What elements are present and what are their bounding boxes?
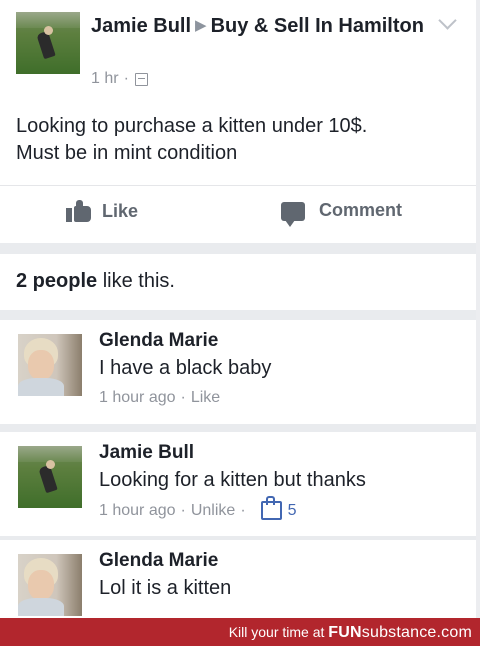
author-avatar[interactable] [16, 12, 80, 74]
avatar-face [28, 570, 54, 600]
like-count[interactable]: 5 [288, 502, 297, 520]
avatar-figure [38, 464, 58, 494]
watermark-brand: FUNsubstance.com [328, 624, 472, 641]
comment-button[interactable]: Comment [281, 200, 403, 227]
page-edge [476, 0, 480, 618]
like-thumb-icon [66, 200, 92, 222]
comment-bubble-icon [281, 202, 305, 227]
brand-tld: .com [436, 624, 472, 641]
meta-separator: · [180, 389, 186, 406]
avatar-figure-head [44, 26, 53, 35]
watermark-banner: Kill your time at FUNsubstance.com [0, 618, 480, 646]
post-card: Jamie Bull ▶ Buy & Sell In Hamilton 1 hr ·… [0, 0, 476, 243]
avatar-shirt [18, 378, 64, 396]
meta-separator: · [123, 70, 129, 87]
comment-label: Comment [319, 200, 403, 220]
comment-text: Lol it is a kitten [99, 577, 232, 599]
commenter-name[interactable]: Glenda Marie [99, 550, 218, 572]
divider [0, 185, 476, 186]
avatar-face [28, 350, 54, 380]
commenter-name[interactable]: Jamie Bull [99, 442, 194, 464]
comment-meta: 1 hour ago · Like [99, 389, 220, 407]
comment-text: I have a black baby [99, 357, 272, 379]
brand-sub: substance [361, 624, 437, 641]
comment-item: Jamie Bull Looking for a kitten but than… [0, 432, 476, 536]
avatar-shirt [18, 598, 64, 616]
comment-meta: 1 hour ago · Unlike · 5 [99, 496, 297, 520]
post-time[interactable]: 1 hr [91, 70, 119, 88]
commenter-avatar[interactable] [18, 446, 82, 508]
avatar-figure [36, 30, 56, 60]
post-text-line-2: Must be in mint condition [16, 142, 238, 164]
comment-item: Glenda Marie Lol it is a kitten [0, 540, 476, 618]
post-meta: 1 hr · [91, 70, 148, 88]
likes-count-link[interactable]: 2 people [16, 270, 97, 292]
watermark-tagline: Kill your time at [228, 624, 325, 640]
avatar-figure-head [46, 460, 55, 469]
comment-time[interactable]: 1 hour ago [99, 502, 176, 520]
like-label: Like [102, 200, 139, 221]
commenter-avatar[interactable] [18, 554, 82, 616]
likes-summary: 2 people like this. [0, 254, 476, 310]
author-name[interactable]: Jamie Bull [91, 15, 191, 37]
watermark-text: Kill your time at FUNsubstance.com [229, 624, 472, 642]
commenter-avatar[interactable] [18, 334, 82, 396]
like-count-icon[interactable] [260, 496, 282, 520]
comment-time[interactable]: 1 hour ago [99, 389, 176, 407]
audience-icon[interactable] [134, 72, 148, 86]
post-header: Jamie Bull ▶ Buy & Sell In Hamilton [91, 13, 451, 41]
like-button[interactable]: Like [66, 200, 138, 222]
meta-separator: · [240, 501, 246, 519]
commenter-name[interactable]: Glenda Marie [99, 330, 218, 352]
comment-like-link[interactable]: Like [191, 389, 220, 407]
post-text-line-1: Looking to purchase a kitten under 10$. [16, 115, 368, 137]
post-body: Looking to purchase a kitten under 10$. … [16, 113, 456, 167]
arrow-right-icon: ▶ [195, 17, 207, 34]
likes-text: 2 people like this. [16, 270, 175, 293]
comment-text: Looking for a kitten but thanks [99, 469, 366, 491]
meta-separator: · [180, 501, 186, 519]
comment-item: Glenda Marie I have a black baby 1 hour … [0, 320, 476, 424]
brand-fun: FUN [328, 624, 362, 641]
comment-unlike-link[interactable]: Unlike [191, 502, 235, 520]
group-name[interactable]: Buy & Sell In Hamilton [211, 15, 424, 37]
likes-suffix: like this. [102, 270, 175, 292]
